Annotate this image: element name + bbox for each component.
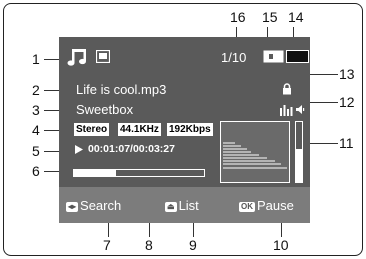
equalizer-icon (280, 105, 293, 116)
callout-2: 2 (32, 82, 40, 98)
callout-14: 14 (288, 9, 304, 25)
eject-key-icon: ⏏ (165, 202, 177, 212)
left-right-key-icon: ◂▸ (66, 202, 79, 212)
battery-icon (263, 50, 309, 63)
callout-9: 9 (189, 237, 197, 253)
callout-4: 4 (32, 122, 40, 138)
memory-card-icon (96, 50, 110, 63)
list-button[interactable]: ⏏ List (165, 198, 199, 213)
pause-button[interactable]: OK Pause (239, 198, 294, 213)
callout-1: 1 (32, 51, 40, 67)
callout-5: 5 (32, 143, 40, 159)
callout-15: 15 (262, 9, 278, 25)
stereo-badge: Stereo (74, 123, 110, 136)
ok-key-icon: OK (239, 202, 255, 212)
callout-13: 13 (339, 66, 355, 82)
playback-time: 00:01:07/00:03:27 (88, 143, 175, 155)
callout-11: 11 (339, 135, 354, 151)
search-label: Search (80, 198, 122, 213)
callout-12: 12 (339, 94, 355, 110)
track-artist: Sweetbox (76, 102, 134, 117)
list-label: List (178, 198, 199, 213)
spectrum-lines (223, 142, 287, 169)
callout-16: 16 (230, 9, 246, 25)
play-icon (75, 145, 83, 154)
lcd-screen: 1/10 Life is cool.mp3 Sweetbox Stereo 44… (59, 37, 310, 223)
track-filename: Life is cool.mp3 (76, 82, 167, 97)
pause-label: Pause (257, 198, 294, 213)
search-button[interactable]: ◂▸ Search (66, 198, 121, 213)
callout-8: 8 (145, 237, 153, 253)
file-counter: 1/10 (221, 50, 247, 65)
speaker-icon (296, 105, 305, 114)
leader-line-12 (306, 102, 338, 103)
bitrate-badge: 192Kbps (167, 123, 213, 136)
spectrum-analyzer (220, 121, 290, 183)
volume-bar[interactable] (295, 121, 303, 183)
volume-level-fill (296, 149, 302, 182)
callout-6: 6 (32, 163, 40, 179)
playback-progress-fill (74, 170, 116, 176)
button-guide-bar: ◂▸ Search ⏏ List OK Pause (59, 187, 310, 223)
callout-10: 10 (273, 237, 289, 253)
callout-3: 3 (32, 102, 40, 118)
music-note-icon (67, 49, 86, 66)
lock-icon (283, 83, 291, 95)
sample-rate-badge: 44.1KHz (118, 123, 161, 136)
callout-7: 7 (103, 237, 111, 253)
playback-progress-bar[interactable] (73, 169, 205, 177)
